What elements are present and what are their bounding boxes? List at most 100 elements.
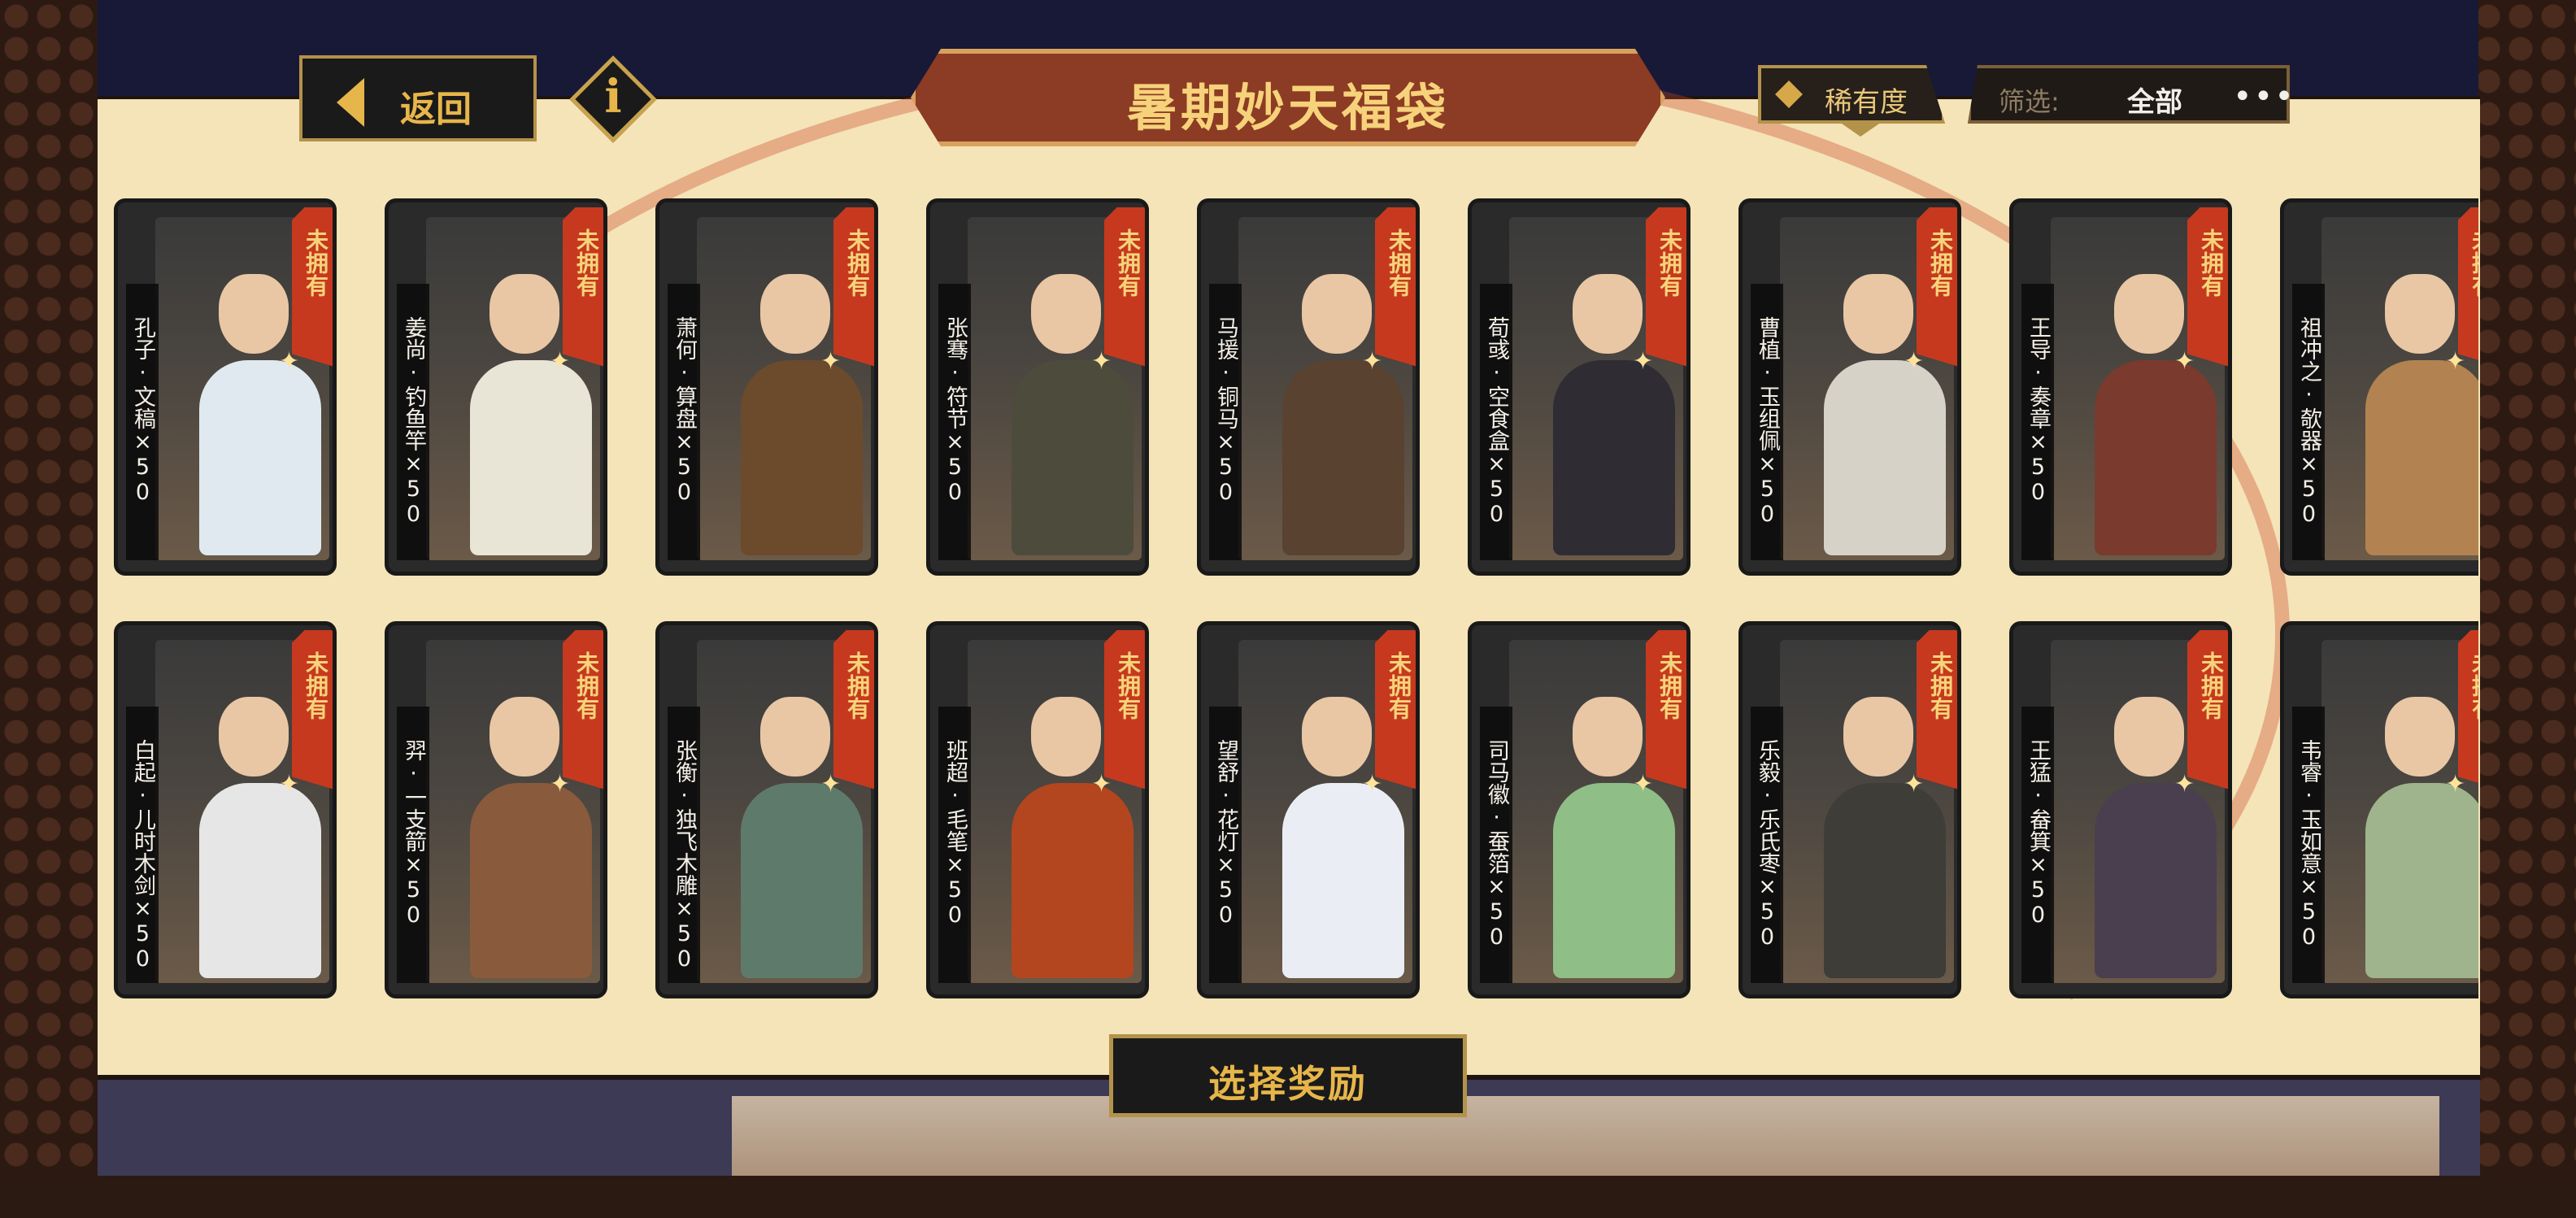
status-badge-label: 未拥有 [302, 228, 329, 297]
sparkle-icon: ✦ [1091, 347, 1112, 376]
sparkle-icon: ✦ [279, 347, 300, 376]
status-badge-label: 未拥有 [1115, 651, 1142, 720]
info-button[interactable]: i [569, 55, 657, 143]
character-face [490, 274, 559, 354]
status-badge: 未拥有 [1375, 630, 1416, 790]
reward-card[interactable]: 姜尚·钓鱼竿×50 未拥有 ✦ [385, 198, 607, 576]
character-face [760, 697, 830, 776]
character-face [760, 274, 830, 354]
status-badge-label: 未拥有 [1115, 228, 1142, 297]
status-badge: 未拥有 [2458, 630, 2478, 790]
character-robe [2095, 783, 2217, 978]
character-robe [470, 783, 592, 978]
back-button[interactable]: 返回 [299, 55, 537, 141]
back-arrow-icon [337, 78, 364, 127]
reward-card[interactable]: 望舒·花灯×50 未拥有 ✦ [1197, 621, 1420, 998]
reward-card[interactable]: 白起·儿时木剑×50 未拥有 ✦ [114, 621, 337, 998]
status-badge: 未拥有 [833, 207, 874, 367]
character-robe [1282, 360, 1404, 555]
character-robe [741, 360, 863, 555]
status-badge: 未拥有 [1646, 630, 1686, 790]
filter-dropdown[interactable]: 筛选: 全部 ••• [1968, 65, 2290, 124]
filter-value: 全部 [2127, 86, 2182, 119]
character-portrait [2321, 217, 2478, 560]
sparkle-icon: ✦ [2445, 347, 2466, 376]
status-badge-label: 未拥有 [844, 651, 871, 720]
status-badge-label: 未拥有 [1927, 651, 1954, 720]
status-badge: 未拥有 [1917, 630, 1957, 790]
reward-card[interactable]: 祖冲之·欹器×50 未拥有 ✦ [2280, 198, 2478, 576]
card-name: 司马徽·蚕箔×50 [1484, 739, 1509, 950]
reward-card[interactable]: 乐毅·乐氏枣×50 未拥有 ✦ [1738, 621, 1961, 998]
character-face [2114, 274, 2184, 354]
rarity-sort-button[interactable]: 稀有度 [1758, 65, 1945, 124]
character-robe [741, 783, 863, 978]
status-badge-label: 未拥有 [2198, 228, 2225, 297]
character-face [1843, 274, 1913, 354]
character-face [219, 274, 289, 354]
reward-card[interactable]: 司马徽·蚕箔×50 未拥有 ✦ [1468, 621, 1690, 998]
reward-card[interactable]: 张衡·独飞木雕×50 未拥有 ✦ [655, 621, 878, 998]
diamond-icon [1775, 80, 1803, 108]
character-robe [199, 360, 321, 555]
status-badge: 未拥有 [292, 207, 333, 367]
reward-card[interactable]: 马援·铜马×50 未拥有 ✦ [1197, 198, 1420, 576]
status-badge: 未拥有 [2187, 630, 2228, 790]
status-badge: 未拥有 [563, 207, 603, 367]
character-face [1573, 274, 1643, 354]
status-badge-label: 未拥有 [302, 651, 329, 720]
sparkle-icon: ✦ [2445, 770, 2466, 798]
more-icon[interactable]: ••• [2233, 78, 2290, 115]
reward-card[interactable]: 班超·毛笔×50 未拥有 ✦ [926, 621, 1149, 998]
status-badge: 未拥有 [563, 630, 603, 790]
status-badge: 未拥有 [1104, 207, 1145, 367]
reward-card[interactable]: 张骞·符节×50 未拥有 ✦ [926, 198, 1149, 576]
reward-card[interactable]: 萧何·算盘×50 未拥有 ✦ [655, 198, 878, 576]
status-badge-label: 未拥有 [1927, 228, 1954, 297]
character-face [2385, 274, 2455, 354]
character-face [1302, 274, 1372, 354]
card-name: 乐毅·乐氏枣×50 [1755, 739, 1780, 950]
status-badge: 未拥有 [833, 630, 874, 790]
select-reward-label: 选择奖励 [1208, 1062, 1368, 1106]
sparkle-icon: ✦ [1633, 347, 1654, 376]
character-robe [470, 360, 592, 555]
character-face [1843, 697, 1913, 776]
reward-card[interactable]: 韦睿·玉如意×50 未拥有 ✦ [2280, 621, 2478, 998]
sparkle-icon: ✦ [820, 770, 842, 798]
reward-card[interactable]: 孔子·文稿×50 未拥有 ✦ [114, 198, 337, 576]
card-name: 萧何·算盘×50 [672, 316, 697, 505]
reward-card[interactable]: 羿·一支箭×50 未拥有 ✦ [385, 621, 607, 998]
card-name: 曹植·玉组佩×50 [1755, 316, 1780, 527]
back-label: 返回 [400, 89, 472, 130]
character-face [1031, 274, 1101, 354]
reward-card[interactable]: 王导·奏章×50 未拥有 ✦ [2009, 198, 2232, 576]
status-badge: 未拥有 [2458, 207, 2478, 367]
card-name: 马援·铜马×50 [1213, 316, 1238, 505]
reward-card[interactable]: 曹植·玉组佩×50 未拥有 ✦ [1738, 198, 1961, 576]
card-name: 张骞·符节×50 [942, 316, 968, 505]
status-badge: 未拥有 [1104, 630, 1145, 790]
page-title: 暑期妙天福袋 [1126, 78, 1449, 137]
reward-card[interactable]: 王猛·畚箕×50 未拥有 ✦ [2009, 621, 2232, 998]
reward-card[interactable]: 荀彧·空食盒×50 未拥有 ✦ [1468, 198, 1690, 576]
status-badge: 未拥有 [292, 630, 333, 790]
rarity-chevron-icon [1839, 122, 1882, 137]
card-name: 姜尚·钓鱼竿×50 [401, 316, 426, 527]
sparkle-icon: ✦ [2174, 347, 2195, 376]
sparkle-icon: ✦ [1362, 770, 1383, 798]
card-name: 王猛·畚箕×50 [2026, 739, 2051, 928]
rarity-label: 稀有度 [1825, 86, 1908, 119]
sparkle-icon: ✦ [820, 347, 842, 376]
status-badge: 未拥有 [2187, 207, 2228, 367]
character-face [1573, 697, 1643, 776]
info-glyph: i [604, 70, 622, 124]
character-robe [199, 783, 321, 978]
character-robe [1012, 360, 1134, 555]
character-face [1302, 697, 1372, 776]
sparkle-icon: ✦ [1904, 770, 1925, 798]
card-name: 祖冲之·欹器×50 [2296, 316, 2321, 527]
character-face [1031, 697, 1101, 776]
select-reward-button[interactable]: 选择奖励 [1109, 1034, 1467, 1117]
character-face [219, 697, 289, 776]
